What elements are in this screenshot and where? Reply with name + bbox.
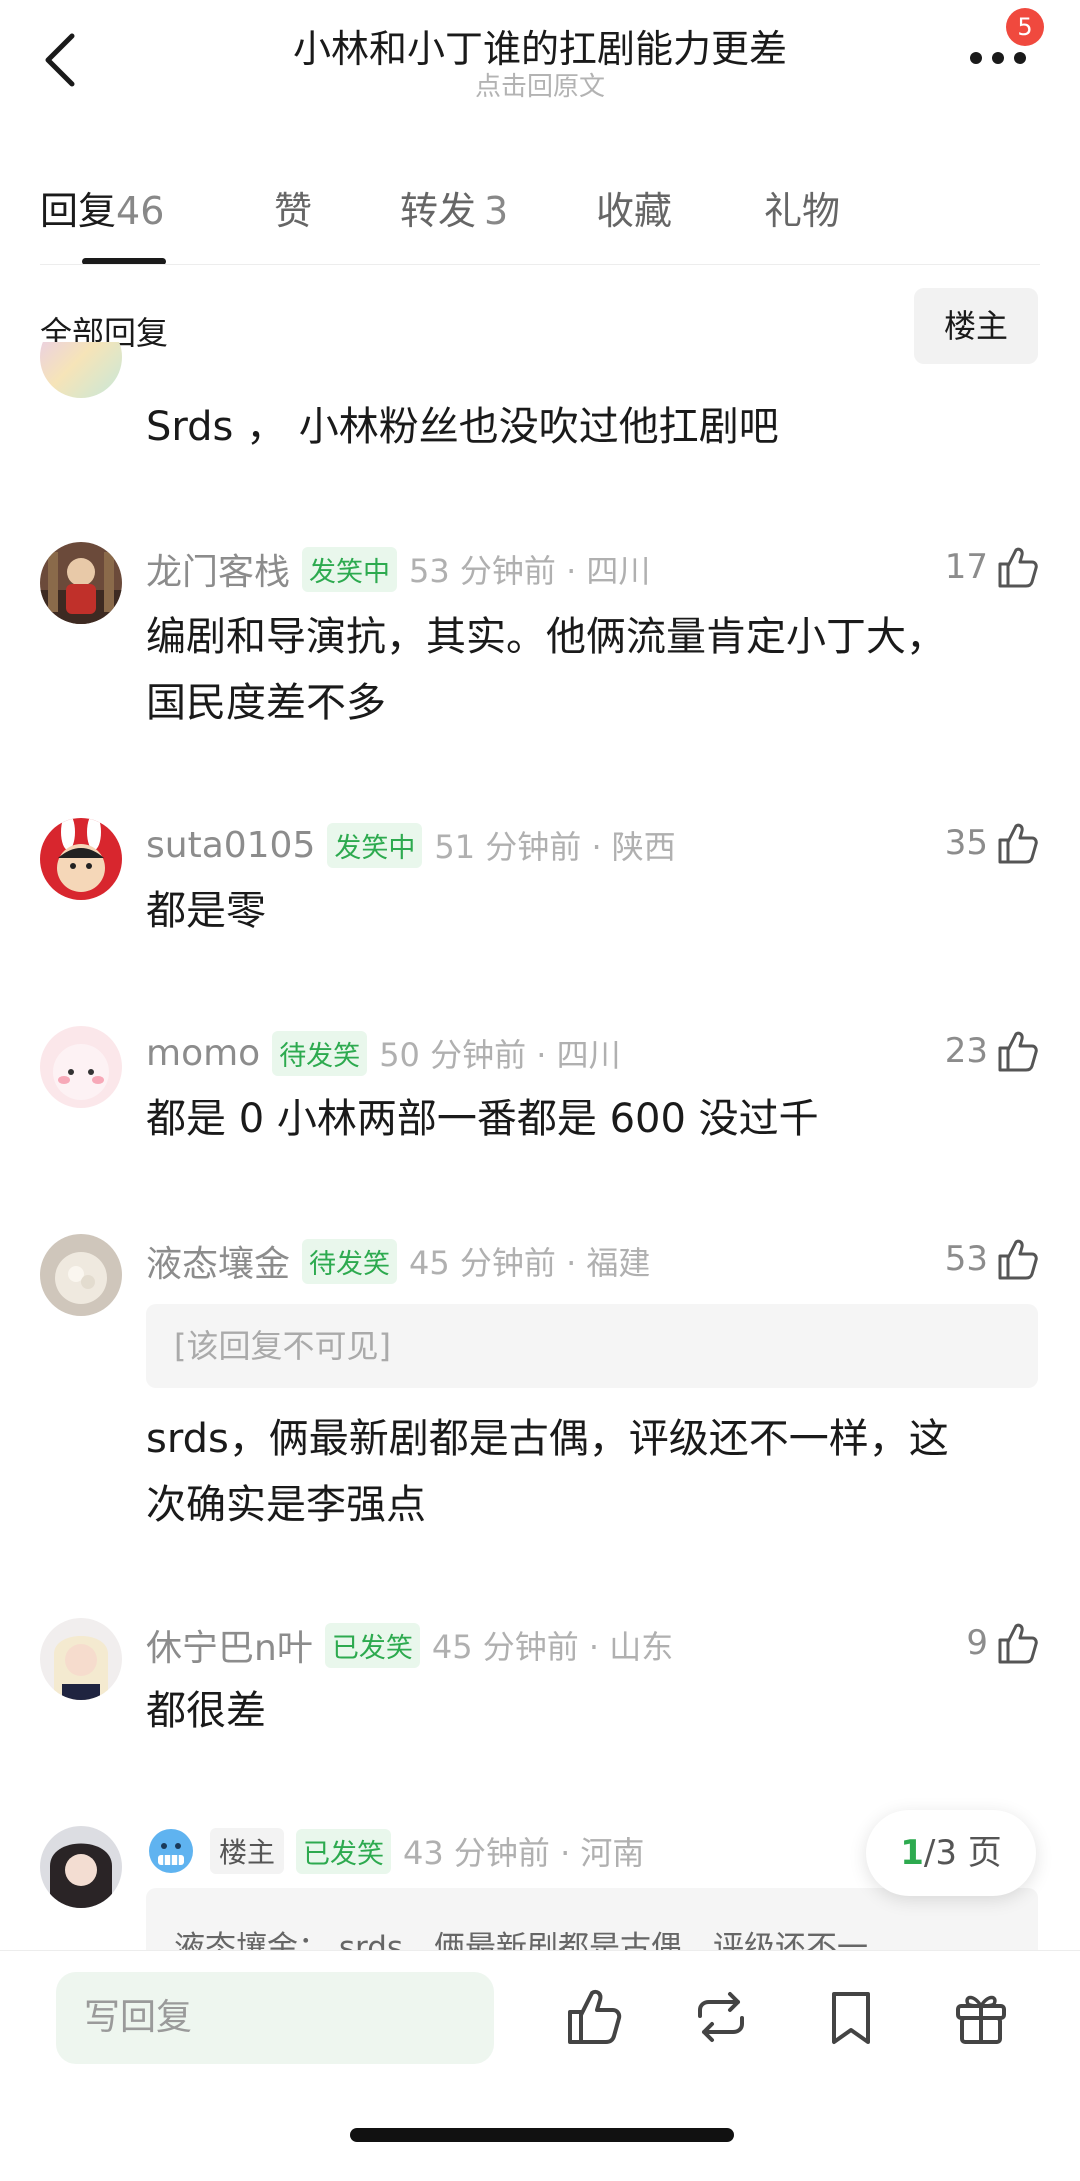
avatar[interactable] (40, 1618, 122, 1700)
tab-replies[interactable]: 回复46 (40, 180, 164, 235)
divider (40, 264, 1040, 265)
avatar[interactable] (40, 1234, 122, 1316)
timestamp-location: 45 分钟前 · 山东 (431, 1628, 674, 1666)
like-count: 35 (944, 823, 988, 863)
avatar[interactable] (40, 1026, 122, 1108)
like-icon (998, 1239, 1038, 1280)
tab-likes[interactable]: 赞 (274, 180, 312, 235)
comment-meta: 楼主 已发笑 43 分钟前 · 河南 (146, 1826, 644, 1876)
comment-text: 都很差 (146, 1688, 266, 1734)
comment-text: Srds ， 小林粉丝也没吹过他扛剧吧 (146, 404, 779, 450)
tab-label: 转发 (400, 189, 477, 233)
more-icon[interactable] (968, 48, 1028, 68)
like-icon (998, 547, 1038, 588)
repost-icon[interactable] (690, 1986, 752, 2048)
back-to-original-link[interactable]: 点击回原文 (0, 66, 1080, 103)
timestamp-location: 53 分钟前 · 四川 (409, 552, 651, 590)
username[interactable]: 液态壤金 (146, 1235, 290, 1287)
status-badge: 待发笑 (272, 1030, 368, 1076)
owner-filter-button[interactable]: 楼主 (914, 288, 1038, 364)
owner-tag: 楼主 (210, 1828, 285, 1874)
hidden-reply-quote: [该回复不可见] (146, 1304, 1038, 1388)
status-badge: 已发笑 (296, 1828, 392, 1874)
tab-label: 收藏 (596, 189, 673, 233)
tab-count: 3 (484, 189, 509, 233)
comment-text: 国民度差不多 (146, 680, 386, 726)
comment-text: 都是 0 小林两部一番都是 600 没过千 (146, 1096, 819, 1142)
comment-text: 次确实是李强点 (146, 1482, 426, 1528)
status-badge: 已发笑 (324, 1622, 420, 1668)
tab-label: 回复 (40, 189, 117, 233)
like-count: 17 (944, 547, 988, 587)
page-indicator[interactable]: 1/3 页 (866, 1810, 1036, 1896)
like-button[interactable]: 17 (945, 544, 1040, 590)
username[interactable]: 龙门客栈 (146, 543, 290, 595)
username[interactable]: momo (146, 1033, 260, 1074)
like-icon[interactable] (562, 1986, 624, 2048)
timestamp-location: 51 分钟前 · 陕西 (434, 828, 676, 866)
avatar[interactable] (40, 542, 122, 624)
comment-text: 编剧和导演抗，其实。他俩流量肯定小丁大， (146, 614, 946, 660)
comment-meta: 休宁巴n叶 已发笑 45 分钟前 · 山东 (146, 1620, 673, 1670)
comment-meta: 龙门客栈 发笑中 53 分钟前 · 四川 (146, 544, 650, 594)
comment-text: srds，俩最新剧都是古偶，评级还不一样，这 (146, 1416, 949, 1462)
comment-meta: suta0105 发笑中 51 分钟前 · 陕西 (146, 820, 676, 870)
avatar[interactable] (40, 342, 122, 412)
like-count: 53 (944, 1239, 988, 1279)
like-button[interactable]: 9 (966, 1620, 1040, 1666)
like-button[interactable]: 23 (945, 1028, 1040, 1074)
tab-favorites[interactable]: 收藏 (596, 180, 672, 235)
status-badge: 发笑中 (327, 822, 423, 868)
notification-badge: 5 (1006, 8, 1044, 46)
like-icon (998, 1031, 1038, 1072)
total-pages: /3 页 (923, 1833, 1002, 1873)
like-button[interactable]: 53 (945, 1236, 1040, 1282)
tab-count: 46 (116, 189, 165, 233)
tab-label: 赞 (274, 189, 313, 233)
username[interactable]: 休宁巴n叶 (146, 1619, 313, 1671)
home-indicator (350, 2128, 734, 2142)
comment-text: 都是零 (146, 888, 266, 934)
avatar[interactable] (40, 1826, 122, 1908)
timestamp-location: 43 分钟前 · 河南 (403, 1834, 645, 1872)
bookmark-icon[interactable] (820, 1986, 882, 2048)
like-icon (998, 823, 1038, 864)
reply-input[interactable]: 写回复 (56, 1972, 494, 2064)
status-badge: 发笑中 (302, 546, 398, 592)
tab-reposts[interactable]: 转发 3 (400, 180, 508, 235)
like-button[interactable]: 35 (945, 820, 1040, 866)
comment-meta: 液态壤金 待发笑 45 分钟前 · 福建 (146, 1236, 650, 1286)
status-badge: 待发笑 (302, 1238, 398, 1284)
current-page: 1 (900, 1833, 924, 1873)
cold-face-emoji-icon (149, 1829, 193, 1873)
gift-icon[interactable] (950, 1986, 1012, 2048)
timestamp-location: 45 分钟前 · 福建 (409, 1244, 651, 1282)
like-icon (998, 1623, 1038, 1664)
page-title: 小林和小丁谁的扛剧能力更差 (292, 27, 787, 71)
tab-gifts[interactable]: 礼物 (764, 180, 840, 235)
comment-meta: momo 待发笑 50 分钟前 · 四川 (146, 1028, 621, 1078)
username[interactable]: suta0105 (146, 825, 315, 866)
tab-label: 礼物 (764, 189, 841, 233)
like-count: 23 (944, 1031, 988, 1071)
like-count: 9 (966, 1623, 988, 1663)
timestamp-location: 50 分钟前 · 四川 (379, 1036, 621, 1074)
avatar[interactable] (40, 818, 122, 900)
